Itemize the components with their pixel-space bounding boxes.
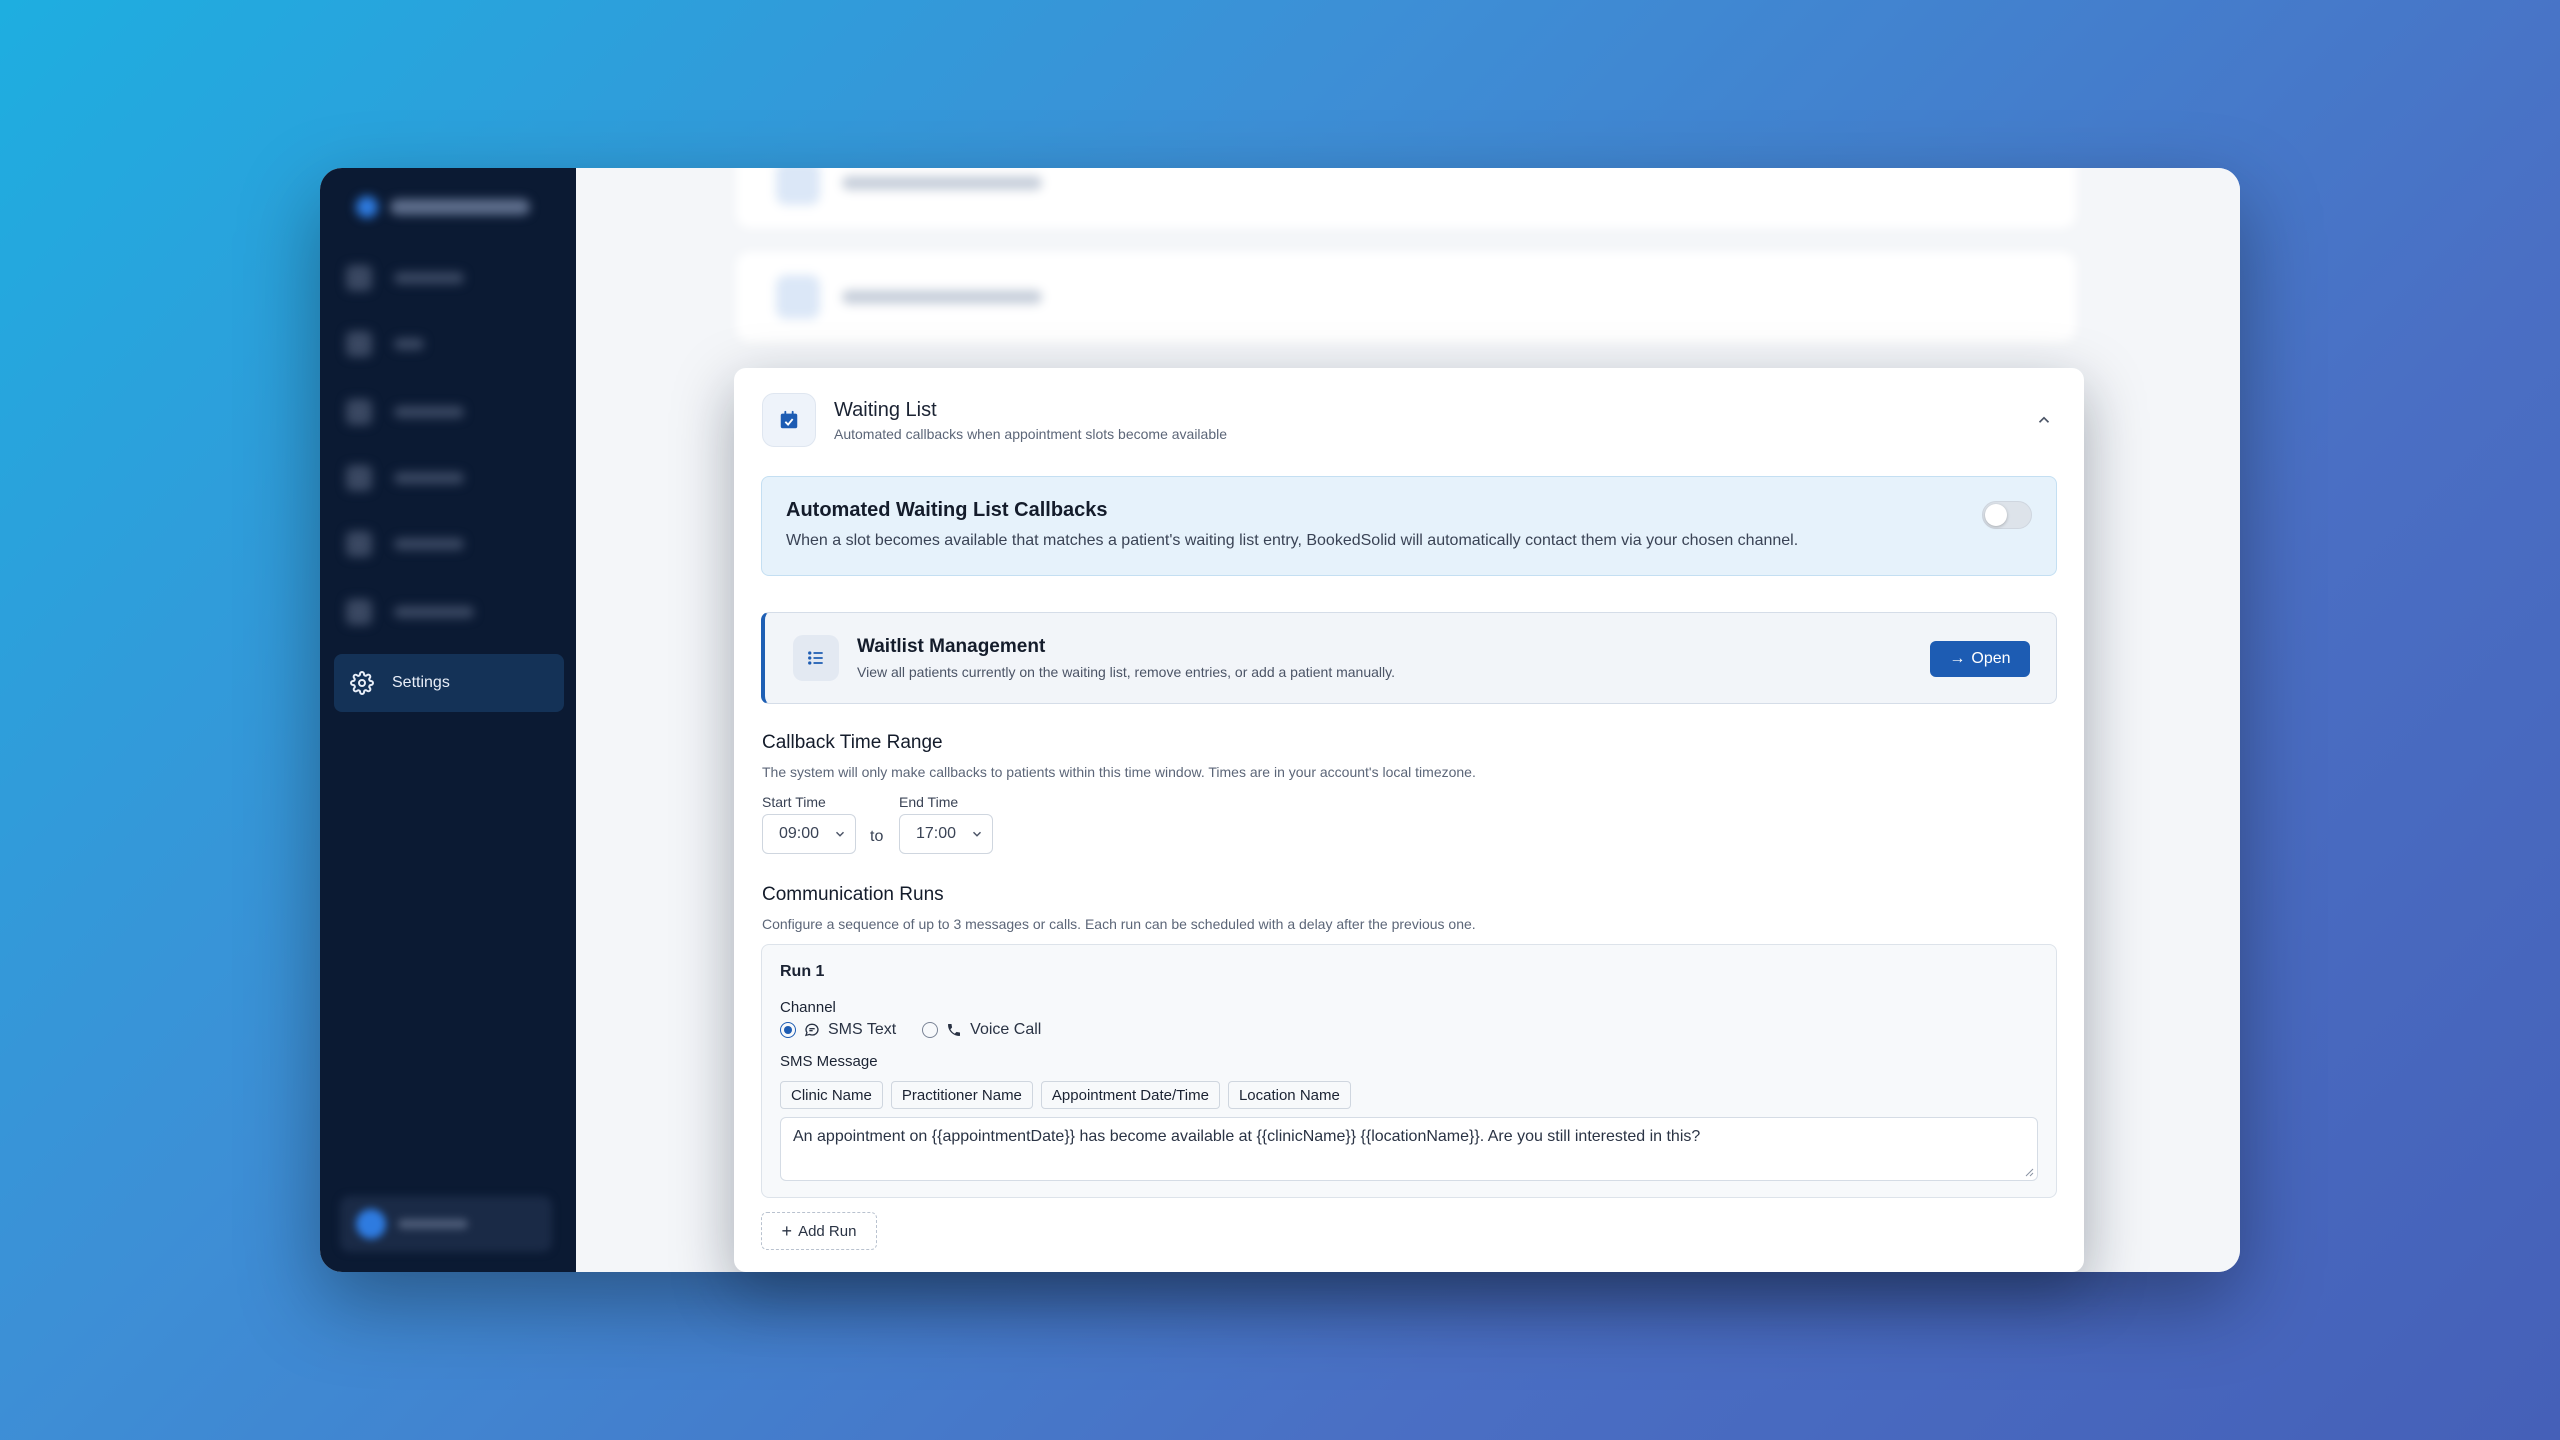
panel-header[interactable]: Waiting List Automated callbacks when ap… [762,392,2056,448]
list-icon [793,635,839,681]
sidebar: Settings [320,168,576,1272]
sidebar-item-2[interactable] [346,322,424,366]
callback-time-range-description: The system will only make callbacks to p… [762,764,1476,780]
channel-option-voice[interactable]: Voice Call [922,1021,1041,1039]
end-time-value: 17:00 [916,825,957,842]
nav-icon [346,331,372,357]
resize-handle-icon[interactable] [2024,1167,2034,1177]
open-button-label: Open [1971,650,2011,667]
open-waitlist-button[interactable]: → Open [1930,641,2030,677]
waitlist-management-description: View all patients currently on the waiti… [857,664,1395,680]
channel-label: Channel [780,999,836,1016]
communication-runs-title: Communication Runs [762,884,944,905]
panel-subtitle: Automated callbacks when appointment slo… [834,425,1228,442]
logo-text [390,199,530,215]
voice-option-label: Voice Call [970,1021,1042,1038]
plus-icon: + [781,1220,793,1241]
chevron-down-icon [835,831,845,837]
nav-icon [346,265,372,291]
end-time-select[interactable]: 17:00 [899,814,993,854]
auto-callbacks-card: Automated Waiting List Callbacks When a … [761,476,2057,576]
user-name [398,1219,468,1229]
start-time-value: 09:00 [779,825,820,842]
start-time-label: Start Time [762,794,826,810]
waitlist-management-title: Waitlist Management [857,636,1046,657]
card-icon [776,275,820,319]
end-time-label: End Time [899,794,959,810]
voice-radio[interactable] [922,1022,939,1038]
sidebar-item-5[interactable] [346,522,464,566]
range-separator: to [870,828,884,845]
avatar [356,1209,386,1239]
nav-label [394,606,474,618]
panel-header-text: Waiting List Automated callbacks when ap… [834,399,1227,442]
toggle-knob [1985,504,2007,526]
channel-option-sms[interactable]: SMS Text [780,1021,896,1039]
arrow-right-icon: → [1949,650,1966,667]
auto-callbacks-toggle[interactable] [1982,501,2032,529]
nav-label [394,338,424,350]
chip-appointment-datetime[interactable]: Appointment Date/Time [1040,1081,1220,1109]
run-card: Run 1 Channel SMS Text Voice Call SMS Me… [761,944,2057,1198]
communication-runs-description: Configure a sequence of up to 3 messages… [762,916,1476,932]
add-run-button[interactable]: + Add Run [761,1212,877,1250]
phone-icon [948,1024,961,1036]
sidebar-item-settings[interactable]: Settings [334,654,564,712]
auto-callbacks-title: Automated Waiting List Callbacks [786,499,1108,521]
sms-radio[interactable] [780,1022,796,1038]
chevron-up-glyph [2038,416,2050,423]
sidebar-item-6[interactable] [346,590,474,634]
calendar-check-glyph [780,410,798,429]
add-run-label: Add Run [798,1222,857,1240]
nav-label [394,538,464,550]
nav-label [394,472,464,484]
waitlist-management-text: Waitlist Management View all patients cu… [857,636,1395,680]
sms-message-text: An appointment on {{appointmentDate}} ha… [793,1128,1701,1145]
waiting-list-panel: Waiting List Automated callbacks when ap… [734,368,2084,1272]
sidebar-item-1[interactable] [346,256,464,300]
sidebar-item-3[interactable] [346,390,464,434]
logo-icon [356,196,378,218]
sms-message-label: SMS Message [780,1053,878,1070]
app-logo [356,196,530,218]
nav-icon [346,399,372,425]
panel-title: Waiting List [834,398,937,421]
nav-icon [346,465,372,491]
nav-label [394,406,464,418]
card-icon [776,168,820,205]
sms-message-textarea[interactable]: An appointment on {{appointmentDate}} ha… [780,1117,2038,1181]
card-text [842,290,1042,304]
channel-radio-group: SMS Text Voice Call [780,1021,1067,1039]
background-card-1 [736,168,2076,228]
start-time-select[interactable]: 09:00 [762,814,856,854]
gear-icon [350,671,374,695]
auto-callbacks-description: When a slot becomes available that match… [786,532,1799,549]
chip-practitioner-name[interactable]: Practitioner Name [890,1081,1033,1109]
nav-icon [346,531,372,557]
background-card-2 [736,252,2076,342]
callback-time-range-title: Callback Time Range [762,732,943,753]
user-profile-row[interactable] [340,1196,552,1252]
chevron-down-icon [972,831,982,837]
placeholder-chips: Clinic Name Practitioner Name Appointmen… [780,1081,1351,1109]
chip-location-name[interactable]: Location Name [1227,1081,1351,1109]
sidebar-item-settings-label: Settings [392,674,450,691]
sidebar-item-4[interactable] [346,456,464,500]
waitlist-management-card: Waitlist Management View all patients cu… [761,612,2057,704]
chevron-up-icon[interactable] [2032,408,2056,432]
list-glyph [808,651,823,665]
chip-clinic-name[interactable]: Clinic Name [780,1081,883,1109]
nav-icon [346,599,372,625]
chat-bubble-icon [804,1023,819,1037]
sms-option-label: SMS Text [828,1021,897,1038]
nav-label [394,272,464,284]
run-title: Run 1 [780,963,825,980]
card-text [842,176,1042,190]
calendar-check-icon [762,393,816,447]
